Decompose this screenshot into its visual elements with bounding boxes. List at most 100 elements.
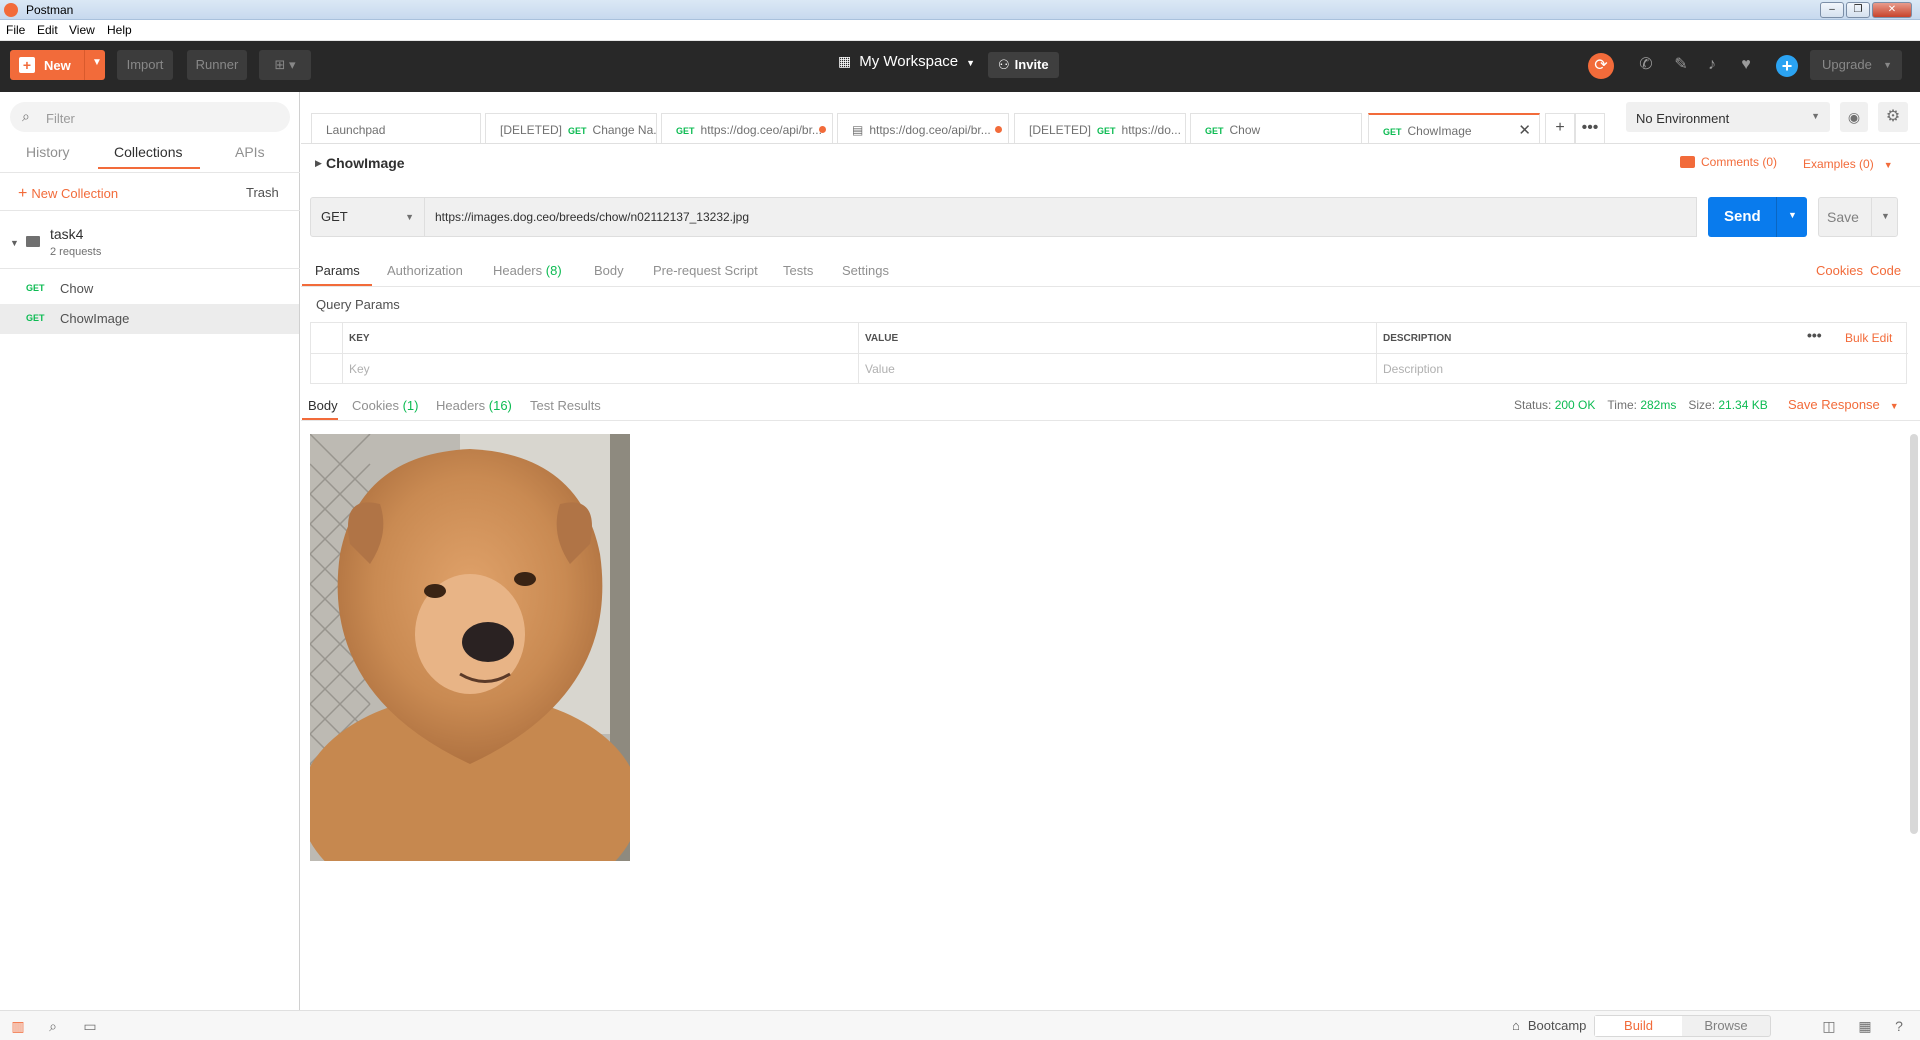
window-title: Postman	[26, 3, 74, 17]
keyboard-shortcuts-icon[interactable]: ▦	[1856, 1018, 1874, 1034]
caret-down-icon[interactable]: ▼	[1788, 210, 1797, 220]
tab-label: https://dog.ceo/api/br...	[700, 123, 822, 137]
response-tab-body[interactable]: Body	[308, 398, 338, 413]
bootcamp-icon: ⌂	[1512, 1018, 1520, 1033]
send-button[interactable]: Send ▼	[1708, 197, 1807, 237]
two-pane-view-icon[interactable]: ◫	[1820, 1018, 1838, 1034]
help-icon[interactable]: ?	[1890, 1018, 1908, 1034]
tab-collections[interactable]: Collections	[114, 144, 182, 160]
save-button[interactable]: Save ▼	[1818, 197, 1898, 237]
build-browse-toggle[interactable]: Build Browse	[1594, 1015, 1771, 1037]
tab-body[interactable]: Body	[594, 263, 624, 278]
response-tab-cookies[interactable]: Cookies (1)	[352, 398, 418, 413]
save-response-button[interactable]: Save Response ▼	[1788, 397, 1899, 412]
request-title[interactable]: ChowImage	[326, 155, 405, 171]
browse-mode-button[interactable]: Browse	[1682, 1016, 1770, 1036]
response-tab-headers[interactable]: Headers (16)	[436, 398, 512, 413]
examples-link[interactable]: Examples (0) ▼	[1803, 157, 1893, 171]
response-cookies-label: Cookies	[352, 398, 399, 413]
comments-link[interactable]: Comments (0)	[1680, 155, 1777, 169]
tab-dog-api-2[interactable]: ▤ https://dog.ceo/api/br...	[837, 113, 1009, 143]
description-input[interactable]: Description	[1377, 354, 1906, 384]
more-dots-icon[interactable]: •••	[1807, 327, 1822, 343]
new-collection-button[interactable]: + New Collection	[18, 185, 118, 203]
manage-environments-button[interactable]: ⚙	[1878, 102, 1908, 132]
satellite-icon[interactable]: ✆	[1636, 55, 1656, 75]
sidebar-item-chow[interactable]: GET Chow	[0, 274, 299, 304]
tab-authorization[interactable]: Authorization	[387, 263, 463, 278]
new-tab-button[interactable]: +	[1545, 113, 1575, 143]
bootcamp-link[interactable]: ⌂ Bootcamp	[1512, 1018, 1586, 1033]
invite-button[interactable]: ⚇ Invite	[988, 52, 1059, 78]
upgrade-button[interactable]: Upgrade ▼	[1810, 50, 1902, 80]
import-button[interactable]: Import	[117, 50, 173, 80]
menu-view[interactable]: View	[69, 23, 95, 37]
new-button[interactable]: + New ▼	[10, 50, 105, 80]
response-tab-test-results[interactable]: Test Results	[530, 398, 601, 413]
new-window-button[interactable]: ⊞ ▾	[259, 50, 311, 80]
time-value[interactable]: 282ms	[1640, 398, 1676, 412]
caret-down-icon[interactable]: ▼	[92, 57, 102, 68]
key-input[interactable]: Key	[343, 354, 859, 384]
more-tabs-button[interactable]: •••	[1575, 113, 1605, 143]
tab-params[interactable]: Params	[315, 263, 360, 278]
method-badge: GET	[1205, 126, 1224, 136]
trash-link[interactable]: Trash	[246, 185, 279, 200]
method-badge: GET	[568, 126, 587, 136]
code-link[interactable]: Code	[1870, 263, 1901, 278]
scrollbar[interactable]	[1910, 434, 1918, 834]
heart-icon[interactable]: ♥	[1736, 55, 1756, 75]
status-value[interactable]: 200 OK	[1555, 398, 1596, 412]
size-value[interactable]: 21.34 KB	[1718, 398, 1767, 412]
value-input[interactable]: Value	[859, 354, 1377, 384]
method-select[interactable]: GET ▼	[310, 197, 425, 237]
menu-help[interactable]: Help	[107, 23, 132, 37]
find-icon[interactable]: ⌕	[44, 1018, 62, 1034]
bulk-edit-link[interactable]: Bulk Edit	[1845, 331, 1892, 345]
window-titlebar: Postman – ❐ ✕	[0, 0, 1920, 20]
add-plus-icon[interactable]: +	[1776, 55, 1798, 77]
caret-down-icon[interactable]: ▼	[10, 238, 19, 248]
method-badge: GET	[1097, 126, 1116, 136]
tab-chowimage[interactable]: GET ChowImage ✕	[1368, 113, 1540, 143]
sidebar-toggle-icon[interactable]: ▥	[9, 1018, 27, 1034]
menu-file[interactable]: File	[6, 23, 25, 37]
collection-name[interactable]: task4	[50, 226, 83, 242]
tab-deleted-dog-api[interactable]: [DELETED] GET https://do...	[1014, 113, 1186, 143]
maximize-button[interactable]: ❐	[1846, 2, 1870, 18]
cookies-link[interactable]: Cookies	[1816, 263, 1863, 278]
workspace-switcher[interactable]: ▦ My Workspace ▼	[838, 53, 975, 77]
response-headers-count: (16)	[488, 398, 512, 413]
eye-icon: ◉	[1847, 109, 1861, 125]
tab-dog-api-1[interactable]: GET https://dog.ceo/api/br...	[661, 113, 833, 143]
minimize-button[interactable]: –	[1820, 2, 1844, 18]
sync-icon[interactable]: ⟳	[1588, 53, 1614, 79]
bell-icon[interactable]: ♪	[1702, 55, 1722, 75]
url-input[interactable]: https://images.dog.ceo/breeds/chow/n0211…	[425, 197, 1697, 237]
tab-history[interactable]: History	[26, 144, 70, 160]
filter-input[interactable]: ⌕ Filter	[10, 102, 290, 132]
tab-chow[interactable]: GET Chow	[1190, 113, 1362, 143]
close-window-button[interactable]: ✕	[1872, 2, 1912, 18]
tab-launchpad[interactable]: Launchpad	[311, 113, 481, 143]
build-mode-button[interactable]: Build	[1595, 1016, 1682, 1036]
console-icon[interactable]: ▭	[81, 1018, 99, 1034]
sidebar-item-chowimage[interactable]: GET ChowImage	[0, 304, 299, 334]
tab-settings[interactable]: Settings	[842, 263, 889, 278]
tab-headers[interactable]: Headers (8)	[493, 263, 562, 278]
close-icon[interactable]: ✕	[1518, 121, 1531, 139]
time-label: Time:	[1607, 398, 1637, 412]
caret-right-icon[interactable]: ▶	[315, 158, 322, 169]
caret-down-icon[interactable]: ▼	[1881, 211, 1890, 221]
runner-button[interactable]: Runner	[187, 50, 247, 80]
tab-tests[interactable]: Tests	[783, 263, 813, 278]
menu-edit[interactable]: Edit	[37, 23, 58, 37]
caret-down-icon: ▼	[966, 58, 976, 68]
tab-apis[interactable]: APIs	[235, 144, 265, 160]
tab-deleted-change-name[interactable]: [DELETED] GET Change Na...	[485, 113, 657, 143]
environment-quick-look-button[interactable]: ◉	[1840, 102, 1868, 132]
wrench-icon[interactable]: ✎	[1671, 55, 1691, 75]
environment-selected-value: No Environment	[1636, 111, 1730, 126]
environment-select[interactable]: No Environment ▼	[1626, 102, 1830, 132]
tab-pre-request-script[interactable]: Pre-request Script	[653, 263, 758, 278]
